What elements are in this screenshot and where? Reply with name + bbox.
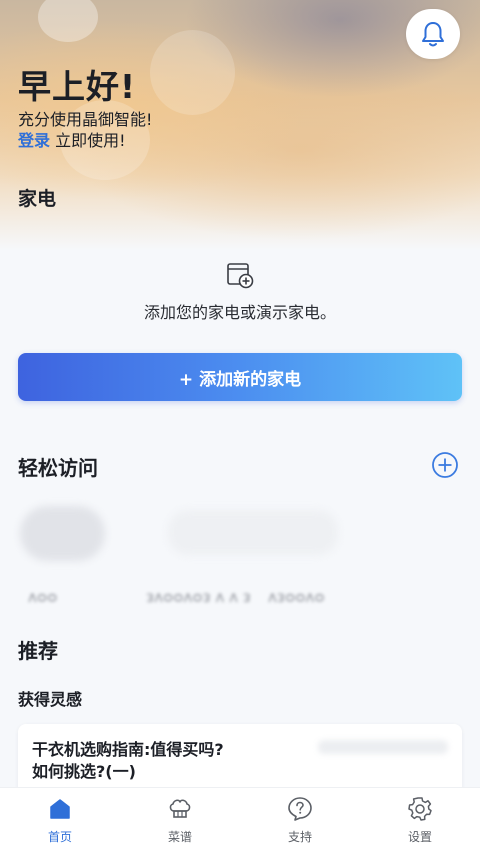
recommend-card-image <box>318 740 448 754</box>
add-appliance-button[interactable]: + 添加新的家电 <box>18 353 462 401</box>
recommend-card-title: 干衣机选购指南:值得买吗? <box>32 740 224 759</box>
greeting-title: 早上好! <box>18 67 137 106</box>
nav-settings[interactable]: 设置 <box>360 788 480 853</box>
nav-home-label: 首页 <box>47 830 72 844</box>
nav-settings-label: 设置 <box>407 830 432 844</box>
easy-access-item-image[interactable] <box>168 510 338 555</box>
notifications-button[interactable] <box>406 9 460 59</box>
appliances-empty-text: 添加您的家电或演示家电。 <box>143 303 336 322</box>
bokeh-light <box>38 0 98 42</box>
easy-access-item-image[interactable] <box>20 506 105 561</box>
bell-icon <box>422 22 444 47</box>
help-icon <box>286 796 314 822</box>
login-suffix: 立即使用! <box>50 131 126 150</box>
home-icon <box>46 796 74 822</box>
login-prompt: 登录 立即使用! <box>18 127 126 151</box>
add-easy-access-icon[interactable] <box>431 451 459 479</box>
nav-support-label: 支持 <box>287 830 312 844</box>
login-link[interactable]: 登录 <box>18 131 50 150</box>
add-appliance-icon <box>227 263 254 289</box>
home-screen: 早上好! 充分使用晶御智能! 登录 立即使用! 家电 添加您的家电或演示家电。 … <box>0 0 480 853</box>
recommend-card-title-line2: 如何挑选?(一) <box>32 762 136 781</box>
bokeh-light <box>150 30 235 115</box>
easy-access-item-label: ᴧᴑᴑ <box>28 588 58 606</box>
easy-access-item-label: ᴧᴈᴑᴑᴧᴑ <box>268 588 325 606</box>
gear-icon <box>406 796 434 822</box>
nav-recipes[interactable]: 菜谱 <box>120 788 240 853</box>
bottom-nav: 首页 菜谱 支持 设置 <box>0 787 480 853</box>
easy-access-item-label: ᴈᴧᴑᴑᴧᴑᴈ ᴧ ᴧ ᴈ <box>146 588 251 606</box>
nav-home[interactable]: 首页 <box>0 788 120 853</box>
appliances-section-title: 家电 <box>18 188 57 210</box>
recommend-title: 推荐 <box>18 639 58 663</box>
easy-access-title: 轻松访问 <box>18 456 98 480</box>
inspiration-subtitle: 获得灵感 <box>18 690 83 709</box>
nav-recipes-label: 菜谱 <box>167 830 192 844</box>
chef-hat-icon <box>166 796 194 822</box>
nav-support[interactable]: 支持 <box>240 788 360 853</box>
